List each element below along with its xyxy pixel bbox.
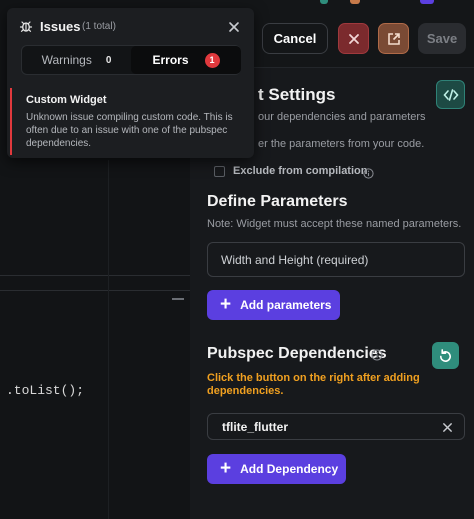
close-issues-button[interactable] <box>228 20 240 38</box>
open-external-button[interactable] <box>378 23 409 54</box>
issue-message: Unknown issue compiling custom code. Thi… <box>26 112 233 149</box>
issues-title: Issues <box>40 19 81 34</box>
save-button[interactable]: Save <box>418 23 466 54</box>
section-title: t Settings <box>258 85 336 104</box>
view-code-button[interactable] <box>436 80 465 109</box>
settings-subtitle: our dependencies and parameters <box>258 111 426 123</box>
close-icon <box>443 423 452 432</box>
settings-subtitle: er the parameters from your code. <box>258 138 425 150</box>
tab-warnings[interactable]: Warnings 0 <box>22 46 131 74</box>
issues-popup: Issues (1 total) Warnings 0 Errors 1 Cus… <box>7 8 254 158</box>
info-icon[interactable] <box>371 348 383 366</box>
code-line: .toList(); <box>6 383 85 398</box>
toolbar-accent <box>350 0 360 4</box>
parameters-heading: Define Parameters <box>207 193 348 210</box>
editor-gutter-line <box>108 160 109 519</box>
open-in-new-icon <box>387 32 400 45</box>
issue-item[interactable]: Custom Widget Unknown issue compiling cu… <box>10 88 251 155</box>
dependency-name: tflite_flutter <box>222 419 288 434</box>
refresh-icon <box>440 349 451 362</box>
info-icon[interactable] <box>363 166 374 184</box>
remove-dependency-button[interactable] <box>442 420 453 438</box>
close-icon <box>229 22 239 32</box>
refresh-dependencies-button[interactable] <box>432 342 459 369</box>
pubspec-heading: Pubspec Dependencies <box>207 345 387 362</box>
cancel-button[interactable]: Cancel <box>262 23 328 54</box>
toolbar-accent <box>420 0 434 4</box>
warnings-count-badge: 0 <box>105 54 112 66</box>
issue-title: Custom Widget <box>26 94 107 106</box>
dependency-chip: tflite_flutter <box>207 413 465 440</box>
editor-divider <box>0 275 190 276</box>
discard-button[interactable] <box>338 23 369 54</box>
code-icon <box>442 88 459 101</box>
exclude-checkbox[interactable] <box>214 166 225 177</box>
errors-count-badge: 1 <box>204 52 220 68</box>
issues-count: (1 total) <box>82 21 116 32</box>
tab-errors[interactable]: Errors 1 <box>131 46 241 74</box>
plus-icon: + <box>220 457 232 479</box>
exclude-label: Exclude from compilation <box>233 165 368 177</box>
toolbar-accent <box>320 0 328 4</box>
tab-warnings-label: Warnings <box>41 53 92 67</box>
plus-icon: + <box>220 293 232 315</box>
add-parameters-label: Add parameters <box>240 298 332 312</box>
close-icon <box>348 33 359 44</box>
parameters-description: Note: Widget must accept these named par… <box>207 218 462 230</box>
tab-errors-label: Errors <box>152 53 189 67</box>
issues-tabs: Warnings 0 Errors 1 <box>21 45 241 75</box>
add-dependency-button[interactable]: + Add Dependency <box>207 454 346 484</box>
parameter-field[interactable]: Width and Height (required) <box>207 242 465 277</box>
bug-icon <box>19 19 33 38</box>
resize-handle[interactable] <box>172 298 184 300</box>
editor-divider <box>0 290 190 291</box>
pubspec-warning: Click the button on the right after addi… <box>207 372 420 397</box>
add-dependency-label: Add Dependency <box>240 462 339 476</box>
add-parameters-button[interactable]: + Add parameters <box>207 290 340 320</box>
